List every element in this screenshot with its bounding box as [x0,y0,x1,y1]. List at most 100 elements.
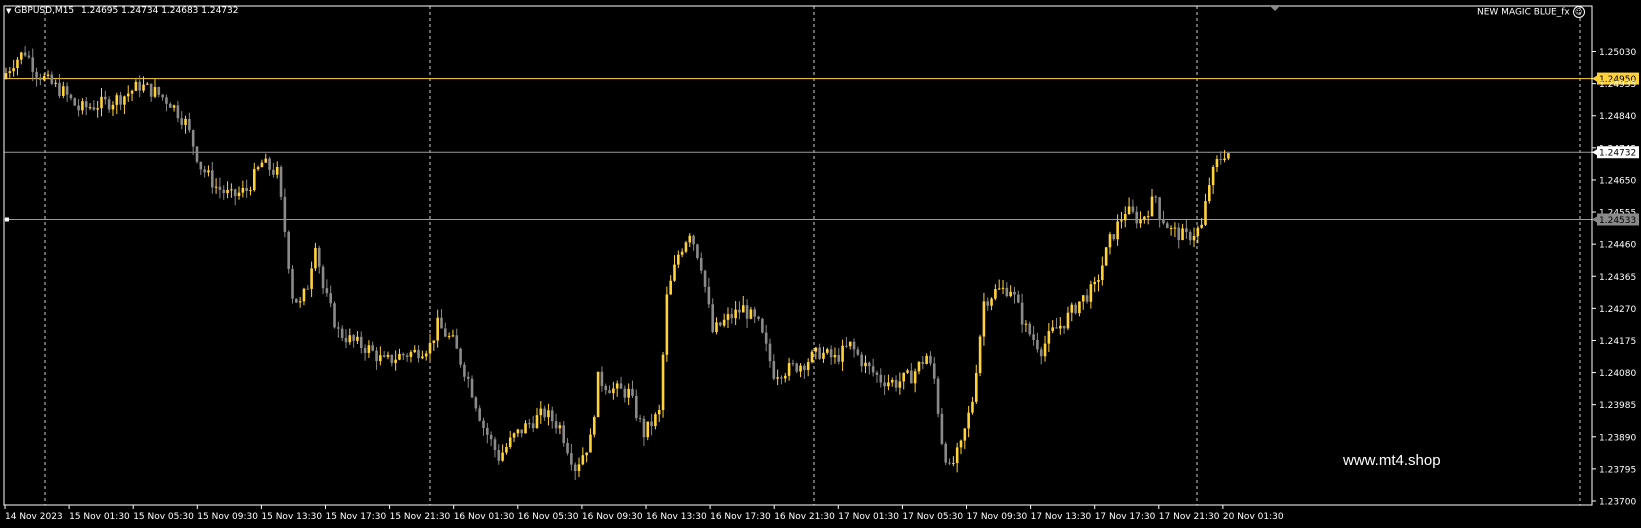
candle-bear [932,363,936,379]
candle-bull [902,372,905,382]
candle-bull [310,268,313,289]
candle-bear [444,328,447,337]
candle-bull [680,251,684,255]
candle-bull [581,455,585,465]
candle-bear [283,196,287,232]
time-label: 17 Nov 09:30 [967,512,1028,522]
candle-bear [638,418,642,420]
candle-bear [761,318,764,333]
candle-bull [982,301,986,337]
candle-bull [967,412,970,429]
candle-bear [845,345,848,347]
candle-bull [264,158,268,163]
candle-bull [677,254,680,265]
candle-bull [96,108,99,110]
candle-bull [4,73,8,79]
candle-bear [879,374,883,383]
candle-bull [1181,228,1184,241]
indicator-label: NEW MAGIC BLUE_fx [1477,7,1570,18]
indicator-label-box: NEW MAGIC BLUE_fx ☺ [1477,6,1585,18]
candle-bull [822,352,825,359]
candle-bull [906,370,909,373]
candle-bull [974,373,978,402]
candle-bull [214,186,218,188]
smiley-icon[interactable]: ☺ [1572,6,1585,18]
candle-bull [963,428,967,441]
candle-bull [237,192,241,197]
candle-bear [321,266,325,289]
candle-bull [955,447,959,464]
candle-bull [241,187,245,193]
price-label: 1.24650 [1599,176,1636,186]
candle-bear [1039,349,1043,357]
time-label: 16 Nov 05:30 [518,512,579,522]
candle-bull [46,74,50,76]
candle-bull [978,336,982,374]
candle-bull [16,59,19,69]
collapse-arrow-icon[interactable]: ▼ [6,7,11,15]
chart-shift-marker[interactable] [1270,6,1280,11]
candle-bear [631,388,634,396]
candle-bear [573,464,577,472]
candle-bear [986,301,990,306]
candle-bear [344,337,348,343]
candle-bear [35,71,38,78]
candle-bull [1059,325,1062,329]
candle-bear [772,361,776,379]
candle-bear [405,355,409,357]
candle-bear [768,343,772,362]
candle-bull [1081,295,1085,302]
time-label: 16 Nov 13:30 [646,512,707,522]
time-label: 17 Nov 21:30 [1159,512,1220,522]
candle-bull [1211,166,1215,186]
time-label: 20 Nov 01:30 [1223,512,1284,522]
candle-bull [42,75,46,80]
candle-bear [333,303,336,328]
candle-bear [608,390,611,394]
candle-bear [868,362,871,367]
candle-bear [371,345,375,351]
candle-bear [92,107,96,110]
support-line-handle[interactable] [5,217,9,222]
candle-bull [1123,213,1127,221]
candle-bear [738,309,741,313]
candle-bear [650,421,653,427]
candle-bear [210,170,214,188]
candle-bull [585,452,588,456]
candle-bull [302,288,306,302]
candle-bull [669,280,672,295]
candle-bull [1001,287,1005,289]
candle-bull [1200,224,1203,228]
candle-bear [489,434,493,440]
candle-bear [1020,302,1024,325]
candle-bull [1227,153,1230,159]
candle-bear [340,328,344,338]
candle-bear [948,462,951,464]
price-tag-arrow [1592,216,1597,223]
candle-bear [1074,304,1077,314]
candle-bear [757,316,760,319]
ohlc-readout: 1.24695 1.24734 1.24683 1.24732 [81,6,239,16]
candle-bear [696,244,699,259]
candle-bear [84,101,88,108]
candle-bear [1177,227,1181,241]
time-label: 17 Nov 05:30 [902,512,963,522]
candle-bull [589,434,592,453]
candle-bear [894,380,898,388]
candle-bull [814,347,818,352]
candle-bull [1208,185,1211,202]
candle-bull [126,93,130,97]
candle-bull [413,349,417,353]
price-tag-arrow [1592,75,1597,82]
candle-bull [379,355,382,362]
candle-bear [50,74,54,84]
candle-bull [226,189,229,194]
candle-bear [852,341,856,350]
candlestick-chart[interactable]: 1.250301.249501.249351.248401.247451.247… [0,0,1641,528]
time-label: 16 Nov 01:30 [454,512,515,522]
candle-bear [77,105,80,111]
candle-bear [222,189,226,194]
candle-bull [547,410,550,418]
candle-bull [1108,234,1112,248]
chart-window[interactable]: 1.250301.249501.249351.248401.247451.247… [0,0,1641,528]
